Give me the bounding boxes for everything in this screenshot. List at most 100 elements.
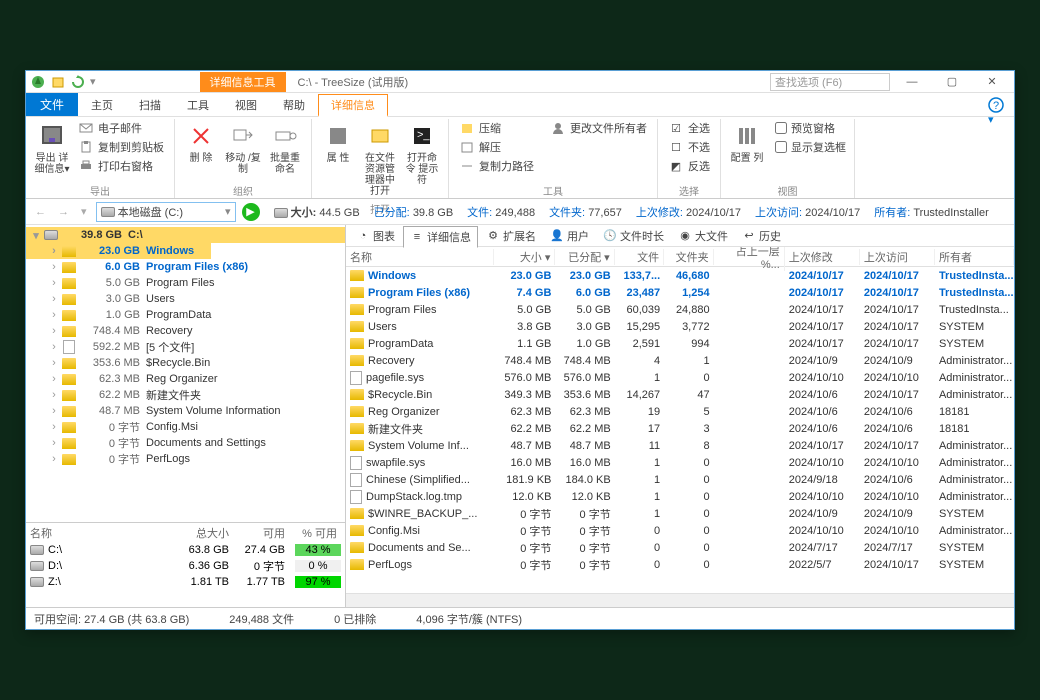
maximize-button[interactable]: ▢ xyxy=(934,71,970,93)
tree[interactable]: ▾ 39.8 GB C:\ ›23.0 GBWindows›6.0 GBProg… xyxy=(26,225,345,522)
change-owner-button[interactable]: 更改文件所有者 xyxy=(546,119,651,137)
export-button[interactable]: 导出 详 细信息▾ xyxy=(32,119,72,177)
age-icon: 🕓 xyxy=(603,229,617,243)
grid-row[interactable]: DumpStack.log.tmp12.0 KB12.0 KB100.0 %20… xyxy=(346,488,1014,505)
drive-row[interactable]: Z:\1.81 TB1.77 TB97 % xyxy=(26,575,345,589)
zip-button[interactable]: 压缩 xyxy=(455,119,538,137)
ribbon-tab-视图[interactable]: 视图 xyxy=(222,93,270,116)
svg-text:>_: >_ xyxy=(417,129,430,141)
preview-pane-check[interactable]: 预览窗格 xyxy=(773,119,848,137)
tree-item[interactable]: ›353.6 MB$Recycle.Bin xyxy=(26,355,345,371)
grid-row[interactable]: System Volume Inf...48.7 MB48.7 MB1180.1… xyxy=(346,437,1014,454)
status-files: 249,488 文件 xyxy=(229,611,294,627)
grid-row[interactable]: $WINRE_BACKUP_...0 字节0 字节100.0 %2024/10/… xyxy=(346,505,1014,522)
ribbon-tabs: 文件 主页扫描工具视图帮助详细信息 ?▾ xyxy=(26,93,1014,117)
grid-row[interactable]: Users3.8 GB3.0 GB15,2953,7727.7 %2024/10… xyxy=(346,318,1014,335)
qat-dropdown-icon[interactable]: ▾ xyxy=(90,75,96,88)
group-label: 工具 xyxy=(455,183,651,198)
tree-item[interactable]: ›3.0 GBUsers xyxy=(26,291,345,307)
top-icon: ◉ xyxy=(678,229,692,243)
view-tab-用户[interactable]: 👤用户 xyxy=(544,226,595,246)
delete-button[interactable]: 删 除 xyxy=(181,119,221,166)
config-columns-button[interactable]: 配置 列 xyxy=(727,119,767,166)
go-button[interactable]: ▶ xyxy=(242,203,260,221)
path-input[interactable]: 本地磁盘 (C:)▾ xyxy=(96,202,236,222)
qat-new-icon[interactable] xyxy=(50,74,66,90)
forward-button[interactable]: → xyxy=(55,206,72,218)
ribbon-tab-主页[interactable]: 主页 xyxy=(78,93,126,116)
list-icon: ≡ xyxy=(410,230,424,244)
copypath-button[interactable]: 复制力路径 xyxy=(455,157,538,175)
grid-row[interactable]: Windows23.0 GB23.0 GB133,7...46,68057.7 … xyxy=(346,267,1014,284)
horizontal-scrollbar[interactable] xyxy=(346,593,1014,607)
tree-root[interactable]: ▾ 39.8 GB C:\ xyxy=(26,227,345,243)
grid-row[interactable]: ProgramData1.1 GB1.0 GB2,5919942.5 %2024… xyxy=(346,335,1014,352)
tree-item[interactable]: ›62.3 MBReg Organizer xyxy=(26,371,345,387)
tree-item[interactable]: ›5.0 GBProgram Files xyxy=(26,275,345,291)
grid-row[interactable]: 新建文件夹62.2 MB62.2 MB1730.2 %2024/10/62024… xyxy=(346,420,1014,437)
email-button[interactable]: 电子邮件 xyxy=(74,119,168,137)
grid-row[interactable]: pagefile.sys576.0 MB576.0 MB101.4 %2024/… xyxy=(346,369,1014,386)
grid-row[interactable]: PerfLogs0 字节0 字节000.0 %2022/5/72024/10/1… xyxy=(346,556,1014,573)
view-tab-文件时长[interactable]: 🕓文件时长 xyxy=(597,226,670,246)
view-tab-大文件[interactable]: ◉大文件 xyxy=(672,226,734,246)
qat-refresh-icon[interactable] xyxy=(70,74,86,90)
back-button[interactable]: ← xyxy=(32,206,49,218)
rename-button[interactable]: 批量重 命名 xyxy=(265,119,305,177)
minimize-button[interactable]: — xyxy=(894,71,930,93)
ribbon-tab-帮助[interactable]: 帮助 xyxy=(270,93,318,116)
path-bar: ← → ▾ 本地磁盘 (C:)▾ ▶ 大小: 44.5 GB 已分配: 39.8… xyxy=(26,199,1014,225)
clipboard-button[interactable]: 复制到剪贴板 xyxy=(74,138,168,156)
drive-row[interactable]: D:\6.36 GB0 字节0 % xyxy=(26,557,345,575)
group-label: 组织 xyxy=(181,183,305,198)
drive-row[interactable]: C:\63.8 GB27.4 GB43 % xyxy=(26,543,345,557)
grid-row[interactable]: Reg Organizer62.3 MB62.3 MB1950.2 %2024/… xyxy=(346,403,1014,420)
tree-item[interactable]: ›62.2 MB新建文件夹 xyxy=(26,387,345,403)
tree-item[interactable]: ›23.0 GBWindows xyxy=(26,243,345,259)
help-icon[interactable]: ?▾ xyxy=(978,93,1014,116)
move-button[interactable]: 移动 /复制 xyxy=(223,119,263,177)
tree-item[interactable]: ›1.0 GBProgramData xyxy=(26,307,345,323)
view-tab-图表[interactable]: ◔图表 xyxy=(350,226,401,246)
tree-item[interactable]: ›48.7 MBSystem Volume Information xyxy=(26,403,345,419)
grid-row[interactable]: Program Files (x86)7.4 GB6.0 GB23,4871,2… xyxy=(346,284,1014,301)
details-grid[interactable]: 名称 大小 ▾ 已分配 ▾ 文件 文件夹 占上一层 %... 上次修改 上次访问… xyxy=(346,247,1014,593)
select-all-button[interactable]: ☑全选 xyxy=(664,119,714,137)
select-invert-button[interactable]: ◩反选 xyxy=(664,157,714,175)
select-none-button[interactable]: ☐不选 xyxy=(664,138,714,156)
unzip-button[interactable]: 解压 xyxy=(455,138,538,156)
ribbon-tab-扫描[interactable]: 扫描 xyxy=(126,93,174,116)
ribbon-tab-详细信息[interactable]: 详细信息 xyxy=(318,94,388,117)
view-tab-详细信息[interactable]: ≡详细信息 xyxy=(403,226,478,248)
tree-item[interactable]: ›0 字节PerfLogs xyxy=(26,451,345,467)
tree-item[interactable]: ›748.4 MBRecovery xyxy=(26,323,345,339)
close-button[interactable]: ✕ xyxy=(974,71,1010,93)
print-button[interactable]: 打印右窗格 xyxy=(74,157,168,175)
drives-header: 名称总大小可用% 可用 xyxy=(26,523,345,543)
grid-row[interactable]: Recovery748.4 MB748.4 MB411.8 %2024/10/9… xyxy=(346,352,1014,369)
cmd-button[interactable]: >_打开命令 提示符 xyxy=(402,119,442,188)
app-icon xyxy=(30,74,46,90)
grid-row[interactable]: swapfile.sys16.0 MB16.0 MB100.0 %2024/10… xyxy=(346,454,1014,471)
tree-item[interactable]: ›6.0 GBProgram Files (x86) xyxy=(26,259,345,275)
file-tab[interactable]: 文件 xyxy=(26,93,78,116)
left-pane: ▾ 39.8 GB C:\ ›23.0 GBWindows›6.0 GBProg… xyxy=(26,225,346,607)
view-tab-历史[interactable]: ↩历史 xyxy=(736,226,787,246)
tree-item[interactable]: ›0 字节Documents and Settings xyxy=(26,435,345,451)
view-tab-扩展名[interactable]: ⚙扩展名 xyxy=(480,226,542,246)
grid-header[interactable]: 名称 大小 ▾ 已分配 ▾ 文件 文件夹 占上一层 %... 上次修改 上次访问… xyxy=(346,247,1014,267)
grid-row[interactable]: Chinese (Simplified...181.9 KB184.0 KB10… xyxy=(346,471,1014,488)
show-checkboxes-check[interactable]: 显示复选框 xyxy=(773,138,848,156)
up-button[interactable]: ▾ xyxy=(78,205,90,218)
properties-button[interactable]: 属 性 xyxy=(318,119,358,166)
tree-item[interactable]: ›592.2 MB[5 个文件] xyxy=(26,339,345,355)
grid-row[interactable]: Program Files5.0 GB5.0 GB60,03924,88012.… xyxy=(346,301,1014,318)
grid-row[interactable]: Config.Msi0 字节0 字节000.0 %2024/10/102024/… xyxy=(346,522,1014,539)
explorer-button[interactable]: 在文件资源管 理器中打开 xyxy=(360,119,400,199)
content-area: ▾ 39.8 GB C:\ ›23.0 GBWindows›6.0 GBProg… xyxy=(26,225,1014,607)
search-input[interactable]: 查找选项 (F6) xyxy=(770,73,890,91)
ribbon-tab-工具[interactable]: 工具 xyxy=(174,93,222,116)
grid-row[interactable]: Documents and Se...0 字节0 字节000.0 %2024/7… xyxy=(346,539,1014,556)
tree-item[interactable]: ›0 字节Config.Msi xyxy=(26,419,345,435)
grid-row[interactable]: $Recycle.Bin349.3 MB353.6 MB14,267470.9 … xyxy=(346,386,1014,403)
